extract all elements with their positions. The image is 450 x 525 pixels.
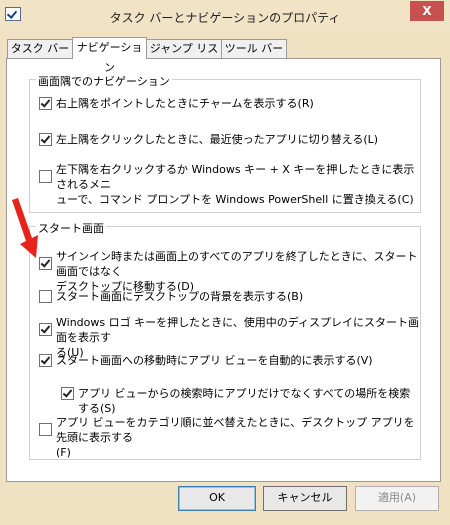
tab-toolbars[interactable]: ツール バー — [221, 39, 287, 58]
tab-taskbar[interactable]: タスク バー — [7, 39, 73, 58]
tab-panel: 画面隅でのナビゲーション 右上隅をポイントしたときにチャームを表示する(R) 左… — [6, 58, 441, 482]
option-label: サインイン時または画面上のすべてのアプリを終了したときに、スタート画面ではなく … — [56, 250, 418, 293]
close-button[interactable]: X — [410, 1, 444, 21]
checkbox-charms[interactable] — [39, 97, 52, 110]
title-bar: タスク バーとナビゲーションのプロパティ X — [0, 0, 450, 32]
red-arrow-annotation-icon — [12, 198, 38, 258]
option-label: 右上隅をポイントしたときにチャームを表示する(R) — [56, 97, 314, 110]
ok-button[interactable]: OK — [178, 486, 256, 511]
window-title: タスク バーとナビゲーションのプロパティ — [109, 11, 341, 25]
checkbox-powershell[interactable] — [39, 170, 52, 183]
checkbox-go-to-desktop[interactable] — [39, 257, 52, 270]
cancel-button[interactable]: キャンセル — [263, 486, 347, 511]
option-label: スタート画面への移動時にアプリ ビューを自動的に表示する(V) — [56, 354, 373, 367]
option-label: アプリ ビューをカテゴリ順に並べ替えたときに、デスクトップ アプリを先頭に表示す… — [56, 416, 415, 459]
tab-jump-list[interactable]: ジャンプ リスト — [146, 39, 222, 73]
checkbox-show-apps-view[interactable] — [39, 354, 52, 367]
start-group-label: スタート画面 — [36, 220, 106, 236]
checkbox-desktop-apps-first[interactable] — [39, 423, 52, 436]
option-label: 左上隅をクリックしたときに、最近使ったアプリに切り替える(L) — [56, 133, 379, 146]
checkbox-recent-apps[interactable] — [39, 133, 52, 146]
checkbox-desktop-background[interactable] — [39, 290, 52, 303]
option-label: 左下隅を右クリックするか Windows キー + X キーを押したときに表示さ… — [56, 163, 415, 206]
apply-button[interactable]: 適用(A) — [355, 486, 439, 511]
checkbox-start-on-active-display[interactable] — [39, 323, 52, 336]
checkbox-search-everywhere[interactable] — [61, 387, 74, 400]
tab-navigation[interactable]: ナビゲーション — [72, 37, 147, 74]
option-label: スタート画面にデスクトップの背景を表示する(B) — [56, 290, 304, 303]
option-label: アプリ ビューからの検索時にアプリだけでなくすべての場所を検索する(S) — [78, 387, 411, 415]
